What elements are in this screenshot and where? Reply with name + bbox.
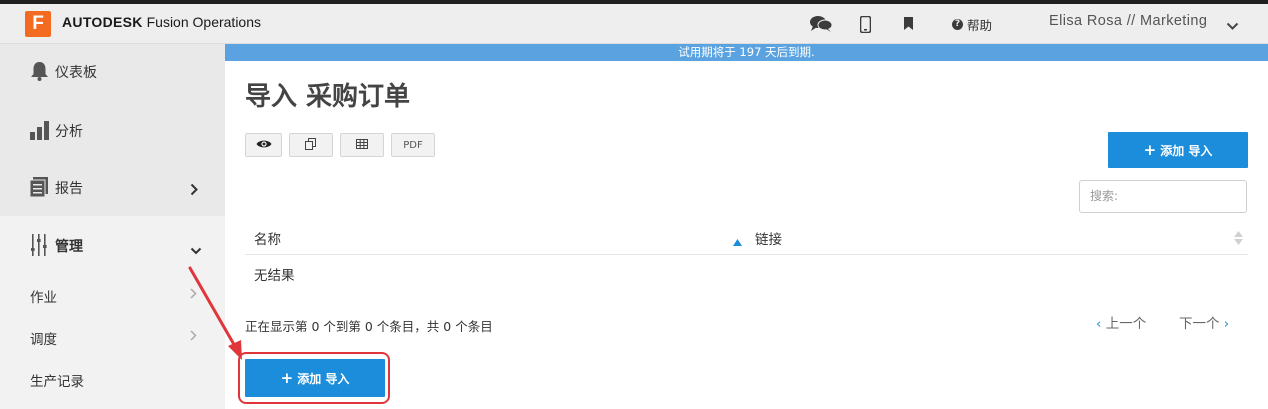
sidebar-item-analysis[interactable]: 分析 [0, 119, 225, 141]
plus-icon: + [280, 369, 294, 387]
eye-icon [256, 139, 272, 152]
copy-icon [305, 137, 317, 153]
report-icon [29, 177, 48, 201]
chevron-down-icon[interactable] [1226, 16, 1239, 35]
help-label: 帮助 [967, 18, 993, 33]
table-info: 正在显示第 0 个到第 0 个条目，共 0 个条目 [245, 319, 493, 334]
brand-rest: Fusion Operations [142, 14, 262, 30]
bar-chart-icon [30, 120, 49, 144]
sort-both-icon[interactable] [1234, 230, 1243, 249]
sort-asc-icon[interactable] [733, 231, 742, 250]
sidebar-item-manage[interactable]: 管理 [0, 233, 225, 257]
help-link[interactable]: ? 帮助 [952, 15, 992, 34]
table-icon [356, 138, 368, 152]
sidebar-item-reports[interactable]: 报告 [0, 176, 225, 198]
chevron-left-icon: ‹ [1096, 316, 1102, 332]
chevron-right-icon: › [1223, 316, 1230, 332]
bell-icon [30, 61, 49, 85]
column-header-link[interactable]: 链接 [755, 228, 782, 248]
sliders-icon [31, 234, 47, 260]
bookmark-icon[interactable] [903, 12, 914, 36]
pdf-button[interactable]: PDF [391, 133, 435, 157]
search-input[interactable]: 搜索: [1079, 180, 1247, 213]
sidebar-subitem-production-records[interactable]: 生产记录 [30, 370, 84, 390]
sidebar-item-label: 仪表板 [55, 65, 97, 81]
sidebar-subitem-scheduling[interactable]: 调度 [30, 328, 57, 348]
annotation-arrow [188, 266, 242, 360]
add-import-button-top[interactable]: + 添加 导入 [1108, 132, 1248, 168]
column-header-name[interactable]: 名称 [254, 228, 281, 248]
add-import-label: 添加 导入 [297, 371, 350, 386]
empty-table-message: 无结果 [254, 268, 295, 284]
pager-prev[interactable]: ‹ 上一个 [1096, 312, 1146, 332]
user-menu[interactable]: Elisa Rosa // Marketing [1049, 13, 1207, 29]
sidebar-subitem-jobs[interactable]: 作业 [30, 286, 57, 306]
app-logo[interactable]: F [25, 11, 51, 37]
chat-icon[interactable] [809, 12, 833, 36]
pager-prev-label: 上一个 [1105, 316, 1147, 332]
page-title: 导入 采购订单 [245, 82, 411, 112]
sidebar-item-label: 报告 [55, 181, 83, 197]
sidebar-item-label: 分析 [55, 124, 83, 140]
csv-button[interactable] [340, 133, 384, 157]
brand-bold: AUTODESK [62, 14, 143, 30]
copy-button[interactable] [289, 133, 333, 157]
sidebar-item-dashboard[interactable]: 仪表板 [0, 60, 225, 82]
view-button[interactable] [245, 133, 282, 157]
chevron-down-icon [190, 241, 202, 260]
pager-next[interactable]: 下一个 › [1179, 312, 1229, 332]
add-import-label: 添加 导入 [1160, 143, 1213, 158]
plus-icon: + [1143, 141, 1157, 159]
trial-banner: 试用期将于 197 天后到期. [225, 44, 1268, 61]
table-header-divider [245, 254, 1248, 255]
add-import-button[interactable]: + 添加 导入 [245, 359, 385, 397]
top-bar: F AUTODESK Fusion Operations ? 帮助 Elisa … [0, 4, 1268, 44]
brand-name: AUTODESK Fusion Operations [62, 14, 261, 30]
chevron-right-icon [190, 181, 199, 200]
mobile-icon[interactable] [860, 12, 871, 36]
pager-next-label: 下一个 [1179, 316, 1220, 332]
help-icon: ? [952, 19, 963, 30]
sidebar-item-label: 管理 [55, 239, 83, 255]
